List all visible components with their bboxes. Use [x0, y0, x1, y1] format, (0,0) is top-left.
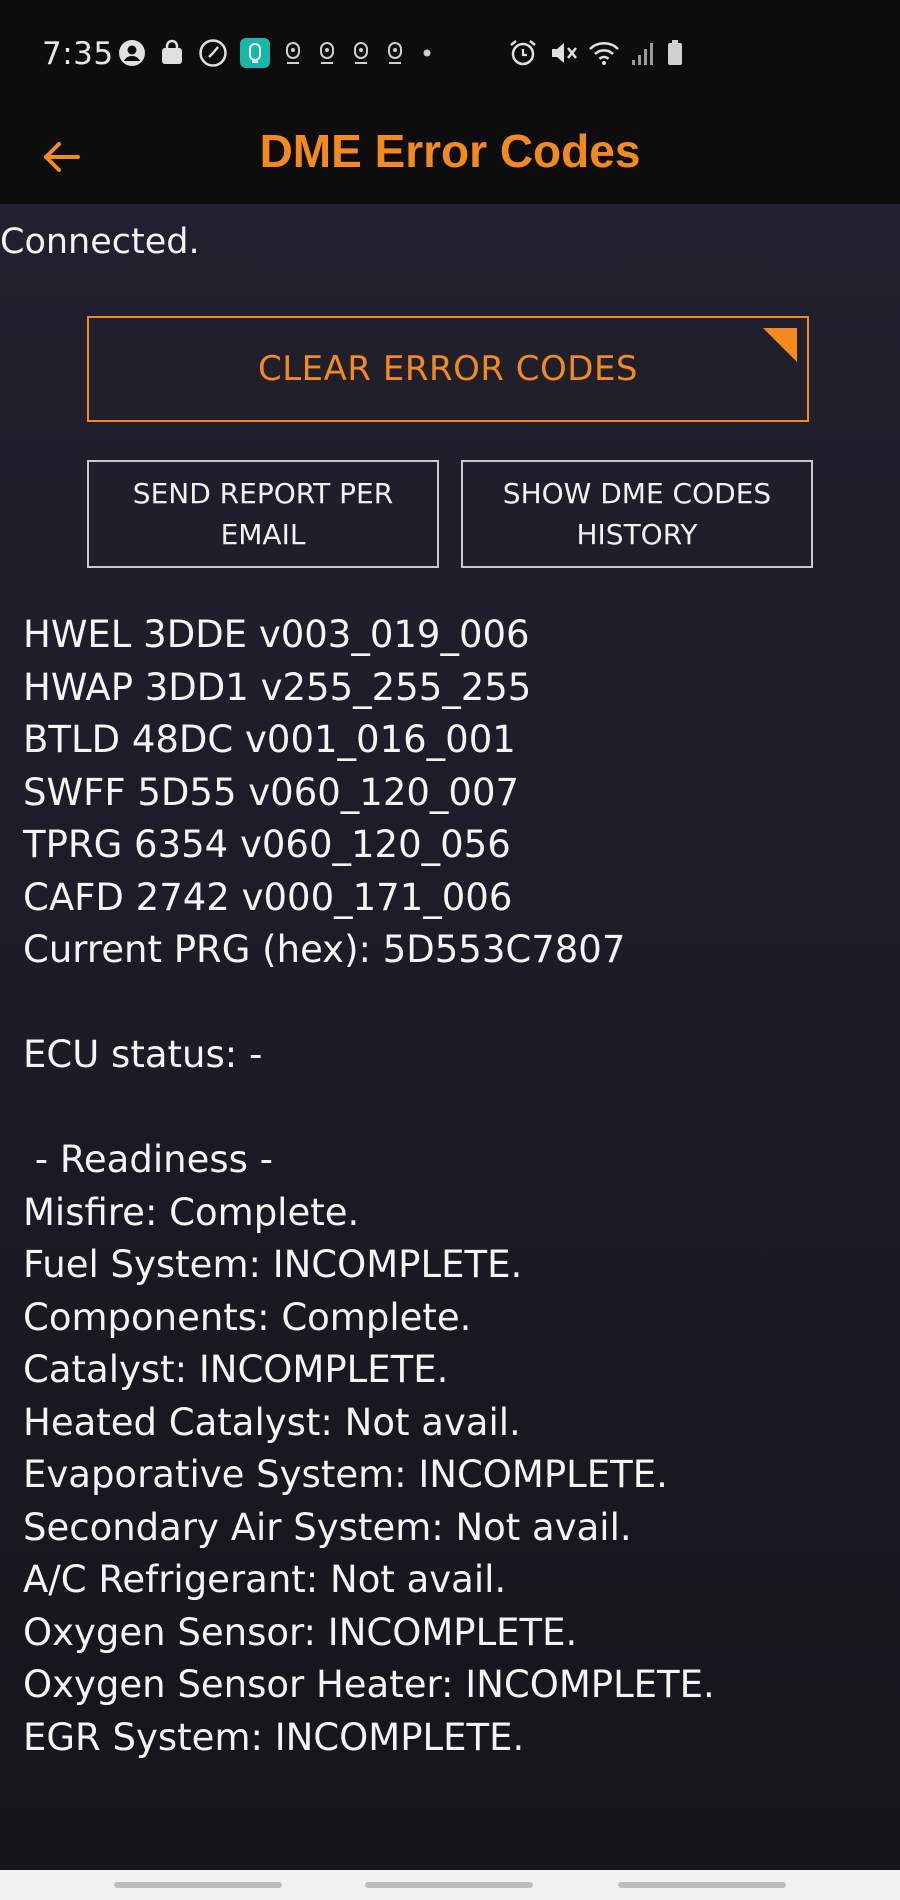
info-line: Evaporative System: INCOMPLETE.: [23, 1453, 668, 1496]
location-pin-icon: [286, 42, 300, 64]
corner-marker-icon: [763, 328, 797, 362]
ecu-info-text: HWEL 3DDE v003_019_006 HWAP 3DD1 v255_25…: [23, 609, 715, 1764]
info-line: Current PRG (hex): 5D553C7807: [23, 928, 626, 971]
send-report-label: SEND REPORT PER EMAIL: [132, 477, 394, 551]
wifi-icon: [589, 42, 619, 65]
mute-icon: [552, 43, 577, 63]
info-line: A/C Refrigerant: Not avail.: [23, 1558, 507, 1601]
navigation-bar: [0, 1870, 900, 1900]
info-line: CAFD 2742 v000_171_006: [23, 875, 513, 919]
info-line: Oxygen Sensor Heater: INCOMPLETE.: [23, 1663, 715, 1706]
info-line: Fuel System: INCOMPLETE.: [23, 1243, 523, 1286]
alarm-icon: [510, 40, 536, 66]
nav-recents-button[interactable]: [114, 1882, 282, 1888]
info-line: Misfire: Complete.: [23, 1190, 360, 1234]
info-line: [23, 977, 715, 1030]
location-pin-icon: [388, 42, 402, 64]
status-bar: 7:35: [0, 0, 900, 110]
info-line: ECU status: -: [23, 1033, 263, 1076]
dot-icon: [423, 49, 431, 57]
clear-error-codes-button[interactable]: CLEAR ERROR CODES: [87, 316, 809, 422]
nav-back-button[interactable]: [618, 1882, 786, 1888]
info-line: HWAP 3DD1 v255_255_255: [23, 665, 532, 709]
signal-icon: [632, 43, 653, 65]
status-time: 7:35: [42, 36, 114, 72]
clear-error-codes-label: CLEAR ERROR CODES: [257, 349, 639, 389]
notification-icons: [118, 38, 436, 68]
connection-status: Connected.: [0, 222, 200, 262]
info-line: SWFF 5D55 v060_120_007: [23, 770, 520, 814]
account-icon: [119, 40, 145, 66]
info-line: - Readiness -: [23, 1138, 274, 1181]
info-line: Oxygen Sensor: INCOMPLETE.: [23, 1610, 578, 1654]
show-history-button[interactable]: SHOW DME CODES HISTORY: [461, 460, 813, 568]
main-content: Connected. CLEAR ERROR CODES SEND REPORT…: [0, 204, 900, 1870]
show-history-label: SHOW DME CODES HISTORY: [502, 477, 772, 551]
info-line: [23, 1082, 715, 1135]
info-line: Components: Complete.: [23, 1295, 472, 1339]
send-report-button[interactable]: SEND REPORT PER EMAIL: [87, 460, 439, 568]
system-icons: [508, 38, 684, 68]
info-line: Secondary Air System: Not avail.: [23, 1505, 632, 1549]
nav-home-button[interactable]: [365, 1882, 533, 1888]
info-line: HWEL 3DDE v003_019_006: [23, 613, 530, 656]
app-bar: DME Error Codes: [0, 110, 900, 204]
location-pin-icon: [320, 42, 334, 64]
info-line: EGR System: INCOMPLETE.: [23, 1715, 525, 1759]
location-pin-icon: [354, 42, 368, 64]
shopping-bag-icon: [162, 39, 182, 64]
info-line: TPRG 6354 v060_120_056: [23, 823, 511, 866]
info-line: BTLD 48DC v001_016_001: [23, 718, 516, 761]
app-badge-icon: [240, 38, 270, 68]
info-line: Heated Catalyst: Not avail.: [23, 1400, 521, 1444]
battery-icon: [668, 40, 682, 65]
page-title: DME Error Codes: [259, 125, 641, 177]
info-line: Catalyst: INCOMPLETE.: [23, 1348, 449, 1391]
clock-icon: [199, 39, 227, 67]
